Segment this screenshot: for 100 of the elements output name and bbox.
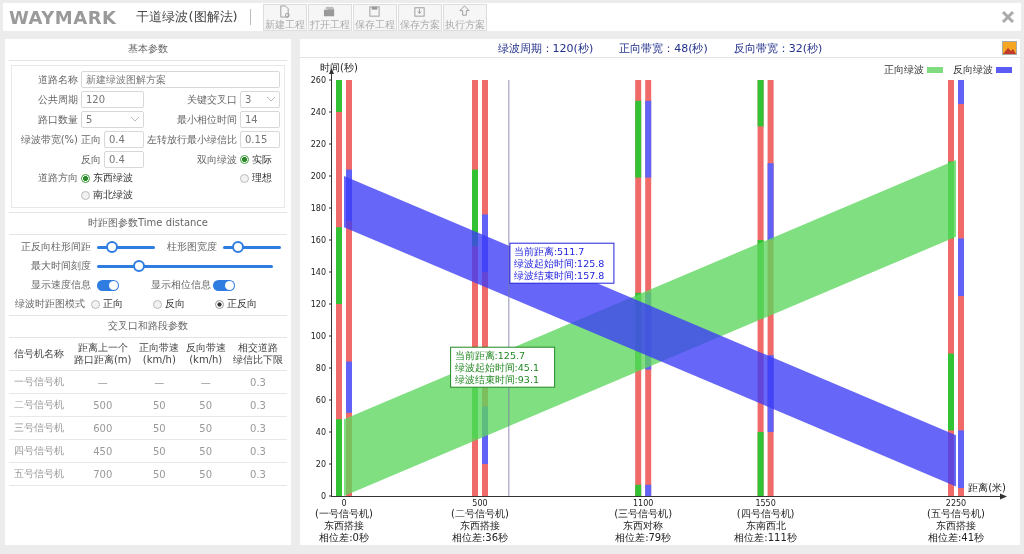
column-header: 距离上一个 路口距离(m): [69, 338, 137, 371]
radio-option[interactable]: 正反向: [215, 297, 257, 311]
axis-tick-label: 140: [310, 268, 326, 277]
input-field[interactable]: 120: [81, 91, 144, 108]
table-cell: 50: [182, 462, 229, 486]
floppy-icon: [368, 4, 382, 18]
column-header: 信号机名称: [9, 338, 70, 371]
intersection-label: 相位差:41秒: [927, 532, 985, 543]
radio-option[interactable]: 实际: [240, 152, 280, 167]
radio-option[interactable]: 南北绿波: [81, 188, 144, 202]
axis-tick-label: 2250: [945, 499, 967, 508]
intersection-label: 东西搭接: [460, 520, 500, 531]
axis-tick-label: 220: [310, 140, 326, 149]
input-field[interactable]: 新建绿波图解方案: [81, 71, 280, 88]
radio-option[interactable]: 正向: [91, 297, 123, 311]
section-title: 交叉口和路段参数: [9, 315, 287, 338]
field-label: 反向: [81, 152, 101, 167]
intersection-label: 相位差:36秒: [451, 532, 509, 543]
table-cell: 50: [182, 393, 229, 417]
summary-text: 反向带宽：32(秒): [733, 40, 823, 56]
field-label: 柱形图宽度: [166, 240, 217, 254]
intersection-label: 东西搭接: [324, 520, 364, 531]
input-field[interactable]: 14: [240, 111, 280, 128]
slider[interactable]: [223, 241, 281, 253]
app-title: 干道绿波(图解法): [136, 8, 238, 26]
column-header: 反向带速 (km/h): [182, 338, 229, 371]
radio-option[interactable]: 东西绿波: [81, 171, 144, 185]
field-label: 公共周期: [37, 92, 78, 107]
toggle-switch[interactable]: [97, 279, 119, 291]
axis-tick-label: 200: [310, 172, 326, 181]
intersection-label: 相位差:79秒: [615, 532, 672, 543]
section-title: 基本参数: [9, 39, 287, 61]
chevron-down-icon: [267, 97, 275, 102]
intersection-label: (五号信号机): [927, 508, 985, 519]
axis-tick-label: 40: [315, 428, 326, 437]
axis-tick-label: 0: [320, 492, 326, 501]
table-cell: 450: [69, 439, 137, 463]
legend-label: 正向绿波: [884, 63, 924, 77]
table-cell: 500: [69, 393, 137, 417]
input-field[interactable]: 0.4: [104, 151, 144, 168]
table-cell: 700: [69, 462, 137, 486]
field-label: 绿波带宽(%): [19, 132, 78, 147]
column-header: 正向带速 (km/h): [136, 338, 183, 371]
toggle-switch[interactable]: [213, 279, 235, 291]
tooltip: 当前距离:125.7 绿波起始时间:45.1 绿波结束时间:93.1: [450, 346, 556, 388]
field-label: 绿波时距图模式: [15, 297, 85, 311]
input-field[interactable]: 0.15: [240, 131, 280, 148]
axis-tick-label: 20: [315, 460, 326, 469]
close-icon[interactable]: [1001, 10, 1015, 24]
axis-tick-label: 1100: [633, 499, 654, 508]
upload-icon: [458, 4, 472, 18]
field-label: 显示速度信息: [30, 278, 91, 292]
table-cell: 50: [182, 439, 229, 463]
table-cell: —: [182, 370, 229, 394]
axis-tick-label: 60: [315, 396, 326, 405]
table-cell: 0.3: [228, 370, 287, 394]
axis-title: 距离(米): [968, 482, 1006, 493]
field-label: 道路方向: [37, 171, 78, 185]
intersection-label: (四号信号机): [736, 508, 795, 519]
intersection-label: 东西搭接: [936, 520, 976, 531]
intersection-label: 相位差:111秒: [734, 532, 797, 543]
axis-tick-label: 160: [310, 236, 326, 245]
slider[interactable]: [97, 260, 273, 272]
table-cell: 600: [69, 416, 137, 440]
table-cell: 四号信号机: [9, 439, 70, 463]
chevron-down-icon: [131, 117, 139, 122]
select-field[interactable]: 5: [81, 111, 144, 128]
folder-icon: [323, 4, 337, 18]
slider[interactable]: [97, 241, 155, 253]
table-cell: —: [69, 370, 137, 394]
field-label: 路口数量: [37, 112, 78, 127]
intersection-label: (二号信号机): [451, 508, 509, 519]
logo-text: WAYMARK: [9, 6, 117, 28]
field-label: 道路名称: [37, 72, 78, 87]
download-icon: [413, 4, 427, 18]
intersection-label: 东南西北: [745, 520, 786, 531]
radio-option[interactable]: 理想: [240, 171, 280, 185]
input-field[interactable]: 0.4: [104, 131, 144, 148]
table-cell: 0.3: [228, 439, 287, 463]
table-cell: 0.3: [228, 416, 287, 440]
intersection-label: 相位差:0秒: [319, 532, 369, 543]
table-cell: 三号信号机: [9, 416, 70, 440]
document-icon: [278, 4, 292, 18]
field-label: 最大时间刻度: [30, 259, 91, 273]
select-field[interactable]: 3: [240, 91, 280, 108]
summary-text: 绿波周期：120(秒): [497, 40, 594, 56]
field-label: 左转放行最小绿信比: [147, 132, 237, 147]
field-label: 最小相位时间: [176, 112, 237, 127]
axis-tick-label: 100: [310, 332, 326, 341]
legend-label: 反向绿波: [953, 63, 993, 77]
radio-option[interactable]: 反向: [153, 297, 185, 311]
axis-tick-label: 500: [472, 499, 488, 508]
table-cell: 50: [136, 439, 183, 463]
axis-tick-label: 240: [310, 108, 326, 117]
table-cell: 50: [136, 393, 183, 417]
axis-tick-label: 260: [310, 76, 326, 85]
axis-tick-label: 120: [310, 300, 326, 309]
field-label: 双向绿波: [196, 152, 237, 167]
intersection-label: 东西对称: [623, 520, 664, 531]
image-export-icon[interactable]: [1002, 41, 1017, 55]
